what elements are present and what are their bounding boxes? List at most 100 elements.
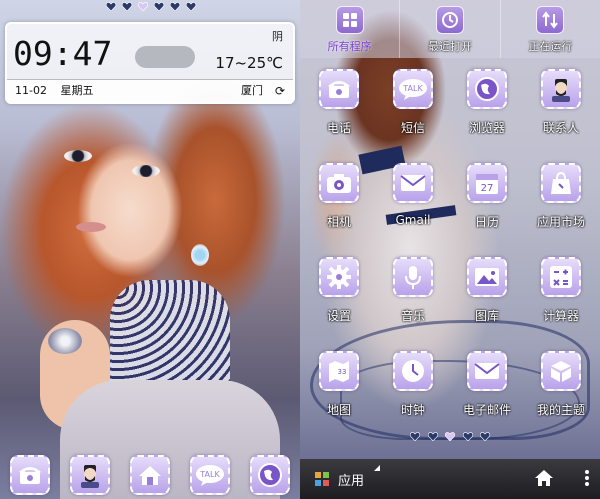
dock-browser[interactable] (250, 455, 290, 495)
globe-icon (467, 69, 507, 109)
svg-text:TALK: TALK (402, 84, 423, 93)
envelope-icon (393, 163, 433, 203)
app-row: 设置 音乐 图库 计算器 (304, 252, 596, 342)
telephone-icon (10, 455, 50, 495)
page-dot-heart-icon (106, 2, 116, 11)
page-dot-heart-icon (462, 432, 473, 441)
tab-all-apps-label: 所有程序 (327, 40, 372, 53)
dock-messages[interactable]: TALK (190, 455, 230, 495)
wallpaper-ring (48, 328, 82, 354)
map-icon: 33 (319, 351, 359, 391)
app-drawer: 所有程序 最近打开 正在运行 电话 TALK 短信 浏览器 联系人 相机 Gma… (300, 0, 600, 499)
page-dot-heart-icon (170, 2, 180, 11)
app-browser[interactable]: 浏览器 (452, 64, 522, 154)
app-music[interactable]: 音乐 (378, 252, 448, 342)
app-label: 时钟 (400, 403, 425, 417)
sort-arrows-icon (536, 6, 565, 34)
calculator-icon (541, 257, 581, 297)
gear-icon (319, 257, 359, 297)
page-dot-active-heart-icon (445, 432, 455, 441)
telephone-icon (319, 69, 359, 109)
drawer-tab-bar: 所有程序 最近打开 正在运行 (300, 0, 600, 58)
page-dot-heart-icon (410, 432, 420, 441)
bottom-nav-bar: 应用 (300, 459, 600, 499)
app-camera[interactable]: 相机 (304, 158, 374, 248)
house-icon[interactable] (534, 469, 554, 491)
app-themes[interactable]: 我的主题 (526, 346, 596, 436)
app-row: 相机 Gmail 27 日历 应用市场 (304, 158, 596, 248)
date-text: 11-02 (15, 84, 47, 97)
page-dot-active-heart-icon (138, 2, 148, 11)
page-dot-heart-icon (122, 2, 132, 11)
dock-contacts[interactable] (70, 455, 110, 495)
overflow-menu-icon[interactable] (584, 468, 590, 488)
clock-time: 09:47 (13, 34, 113, 73)
microphone-icon (393, 257, 433, 297)
dock-home[interactable] (130, 455, 170, 495)
wallpaper-lips (76, 222, 106, 232)
svg-text:27: 27 (481, 183, 494, 194)
svg-text:TALK: TALK (199, 470, 220, 479)
grid-icon (315, 472, 329, 486)
widget-info-bar: 11-02 星期五 厦门 ⟳ (7, 79, 293, 102)
screenshot-composite: 09:47 阴 17~25℃ 11-02 星期五 厦门 ⟳ TALK 所有程序 … (0, 0, 600, 499)
app-label: 联系人 (542, 121, 579, 135)
app-label: 电子邮件 (462, 403, 511, 417)
city-name[interactable]: 厦门 (241, 80, 263, 102)
app-market[interactable]: 应用市场 (526, 158, 596, 248)
app-label: 短信 (400, 121, 425, 135)
app-label: 日历 (474, 215, 499, 229)
apps-launcher-button[interactable]: 应用 (300, 459, 388, 499)
app-label: 浏览器 (468, 121, 505, 135)
drawer-page-indicator (410, 432, 490, 441)
wallpaper-eye-left (64, 150, 92, 162)
weather-clock-widget[interactable]: 09:47 阴 17~25℃ 11-02 星期五 厦门 ⟳ (5, 22, 295, 104)
app-calculator[interactable]: 计算器 (526, 252, 596, 342)
app-label: Gmail (395, 213, 431, 227)
app-label: 图库 (474, 309, 499, 323)
app-email[interactable]: 电子邮件 (452, 346, 522, 436)
envelope-icon (467, 351, 507, 391)
wallpaper-earring (191, 244, 209, 266)
app-label: 应用市场 (536, 215, 585, 229)
picture-icon (467, 257, 507, 297)
house-icon (130, 455, 170, 495)
grid-icon (335, 6, 364, 34)
tab-running[interactable]: 正在运行 (501, 0, 600, 58)
wallpaper-eye-right (132, 165, 160, 177)
app-gmail[interactable]: Gmail (378, 158, 448, 248)
app-row: 33 地图 时钟 电子邮件 我的主题 (304, 346, 596, 436)
person-icon (541, 69, 581, 109)
app-label: 相机 (326, 215, 351, 229)
wallpaper-collar (110, 280, 230, 390)
cloud-icon (135, 46, 195, 68)
app-label: 我的主题 (536, 403, 585, 417)
person-icon (70, 455, 110, 495)
app-phone[interactable]: 电话 (304, 64, 374, 154)
app-clock[interactable]: 时钟 (378, 346, 448, 436)
app-maps[interactable]: 33 地图 (304, 346, 374, 436)
calendar-icon: 27 (467, 163, 507, 203)
app-calendar[interactable]: 27 日历 (452, 158, 522, 248)
dock-phone[interactable] (10, 455, 50, 495)
tab-recent[interactable]: 最近打开 (400, 0, 501, 58)
clock-icon (393, 351, 433, 391)
weather-condition: 阴 (272, 30, 283, 43)
apps-launcher-label: 应用 (338, 473, 365, 489)
globe-icon (250, 455, 290, 495)
tab-running-label: 正在运行 (528, 40, 573, 53)
tab-all-apps[interactable]: 所有程序 (300, 0, 401, 58)
app-contacts[interactable]: 联系人 (526, 64, 596, 154)
home-screen: 09:47 阴 17~25℃ 11-02 星期五 厦门 ⟳ TALK (0, 0, 300, 499)
camera-icon (319, 163, 359, 203)
talk-bubble-icon: TALK (393, 69, 433, 109)
refresh-icon[interactable]: ⟳ (275, 80, 285, 102)
app-gallery[interactable]: 图库 (452, 252, 522, 342)
app-sms[interactable]: TALK 短信 (378, 64, 448, 154)
temperature-range: 17~25℃ (215, 54, 283, 72)
app-settings[interactable]: 设置 (304, 252, 374, 342)
app-row: 电话 TALK 短信 浏览器 联系人 (304, 64, 596, 154)
page-dot-heart-icon (480, 432, 490, 441)
page-dot-heart-icon (186, 2, 196, 11)
app-label: 地图 (326, 403, 351, 417)
